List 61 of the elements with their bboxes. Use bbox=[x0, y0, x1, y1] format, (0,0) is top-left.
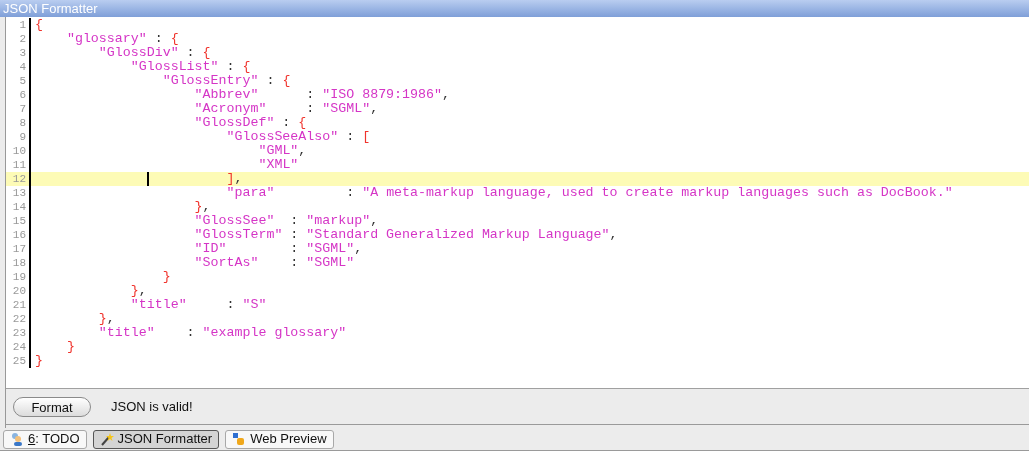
code-line: "GlossEntry" : { bbox=[162, 74, 291, 88]
line-number: 24 bbox=[11, 340, 27, 354]
window-title: JSON Formatter bbox=[0, 0, 1029, 17]
code-line: "ID" : "SGML", bbox=[194, 242, 363, 256]
text-cursor bbox=[147, 172, 149, 186]
line-number: 6 bbox=[18, 88, 27, 102]
code-line: "glossary" : { bbox=[66, 32, 179, 46]
code-line: "GlossSee" : "markup", bbox=[194, 214, 379, 228]
tool-window-tab[interactable]: 6: TODO bbox=[3, 429, 87, 449]
line-number: 16 bbox=[11, 228, 27, 242]
line-number: 17 bbox=[11, 242, 27, 256]
code-line: "GML", bbox=[258, 144, 307, 158]
magic-wand-icon bbox=[99, 432, 114, 446]
web-preview-icon bbox=[232, 432, 247, 446]
line-number: 11 bbox=[11, 158, 27, 172]
code-line: "GlossDef" : { bbox=[194, 116, 307, 130]
line-number: 13 bbox=[11, 186, 27, 200]
code-line: "Abbrev" : "ISO 8879:1986", bbox=[194, 88, 450, 102]
line-number: 9 bbox=[18, 130, 27, 144]
line-number: 1 bbox=[18, 18, 27, 32]
code-line: "SortAs" : "SGML" bbox=[194, 256, 355, 270]
code-line: "XML" bbox=[258, 158, 299, 172]
line-number: 22 bbox=[11, 312, 27, 326]
line-number: 25 bbox=[11, 354, 27, 368]
code-line: ], bbox=[226, 172, 243, 186]
status-text: JSON is valid! bbox=[111, 397, 193, 416]
code-line: { bbox=[35, 18, 43, 32]
line-number: 23 bbox=[11, 326, 27, 340]
line-number: 8 bbox=[18, 116, 27, 130]
code-line: "para" : "A meta-markup language, used to create markup languages such as DocBook." bbox=[226, 186, 953, 200]
code-line: "title" : "S" bbox=[130, 298, 267, 312]
line-number: 21 bbox=[11, 298, 27, 312]
code-line: "GlossTerm" : "Standard Generalized Markup Language", bbox=[194, 228, 618, 242]
line-number: 19 bbox=[11, 270, 27, 284]
line-number: 2 bbox=[18, 32, 27, 46]
line-number: 12 bbox=[11, 172, 27, 186]
code-line: "GlossSeeAlso" : [ bbox=[226, 130, 371, 144]
code-line: } bbox=[66, 340, 75, 354]
code-line: }, bbox=[98, 312, 115, 326]
code-line: "GlossList" : { bbox=[130, 60, 251, 74]
line-number: 15 bbox=[11, 214, 27, 228]
line-number: 5 bbox=[18, 74, 27, 88]
line-number: 4 bbox=[18, 60, 27, 74]
line-number: 7 bbox=[18, 102, 27, 116]
code-line: "Acronym" : "SGML", bbox=[194, 102, 379, 116]
line-number: 20 bbox=[11, 284, 27, 298]
code-line: }, bbox=[194, 200, 211, 214]
code-line: } bbox=[35, 354, 43, 368]
code-line: "title" : "example glossary" bbox=[98, 326, 347, 340]
code-line: }, bbox=[130, 284, 147, 298]
line-number: 3 bbox=[18, 46, 27, 60]
tool-window-tab[interactable]: JSON Formatter bbox=[92, 429, 220, 449]
line-number: 18 bbox=[11, 256, 27, 270]
code-line: "GlossDiv" : { bbox=[98, 46, 211, 60]
tool-window-tab[interactable]: Web Preview bbox=[225, 429, 334, 449]
code-editor[interactable] bbox=[6, 17, 1029, 389]
format-button[interactable]: Format bbox=[13, 396, 91, 417]
person-icon bbox=[10, 432, 24, 446]
code-line: } bbox=[162, 270, 171, 284]
line-number: 10 bbox=[11, 144, 27, 158]
line-number: 14 bbox=[11, 200, 27, 214]
